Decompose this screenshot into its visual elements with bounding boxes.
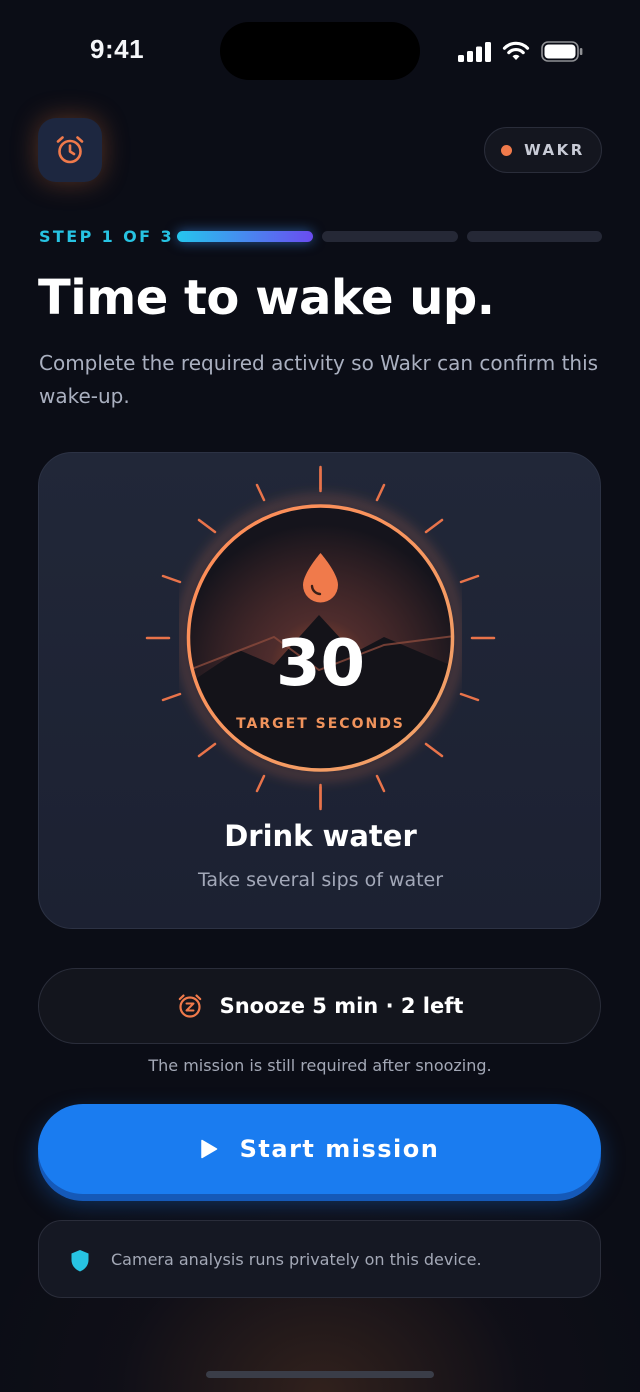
privacy-notice: Camera analysis runs privately on this d… (38, 1220, 601, 1298)
target-value: 30 (275, 627, 366, 701)
shield-icon (71, 1250, 89, 1272)
step-label: STEP 1 OF 3 (39, 227, 175, 246)
target-label: TARGET SECONDS (236, 716, 405, 732)
dynamic-island (220, 22, 420, 80)
alarm-clock-icon (56, 136, 84, 164)
page-subtitle: Complete the required activity so Wakr c… (39, 351, 599, 408)
start-mission-label: Start mission (239, 1135, 440, 1163)
privacy-text: Camera analysis runs privately on this d… (111, 1250, 482, 1269)
status-dot (501, 144, 513, 156)
page-title: Time to wake up. (38, 270, 495, 326)
status-time: 9:41 (90, 34, 145, 64)
brand-badge: WAKR (484, 127, 602, 173)
mission-description: Take several sips of water (197, 869, 444, 891)
app-icon[interactable] (38, 118, 102, 182)
mission-target-dial: 30 TARGET SECONDS (145, 465, 496, 811)
signal-icon (458, 42, 491, 62)
home-indicator[interactable] (206, 1371, 434, 1378)
snooze-button[interactable]: Snooze 5 min · 2 left (38, 968, 601, 1044)
snooze-note: The mission is still required after snoo… (148, 1056, 492, 1075)
snooze-alarm-icon (178, 994, 201, 1018)
mission-card: 30 TARGET SECONDS Drink water Take sever… (38, 452, 601, 929)
battery-icon (541, 41, 583, 62)
mission-name: Drink water (224, 819, 417, 853)
progress-segment-active (177, 231, 313, 242)
start-mission-button[interactable]: Start mission (38, 1104, 601, 1194)
progress-segment (467, 231, 602, 242)
status-bar: 9:41 (0, 0, 640, 100)
play-icon (200, 1139, 217, 1159)
brand-name: WAKR (524, 141, 585, 159)
progress-segment (322, 231, 458, 242)
snooze-label: Snooze 5 min · 2 left (219, 994, 464, 1018)
wifi-icon (502, 41, 530, 60)
